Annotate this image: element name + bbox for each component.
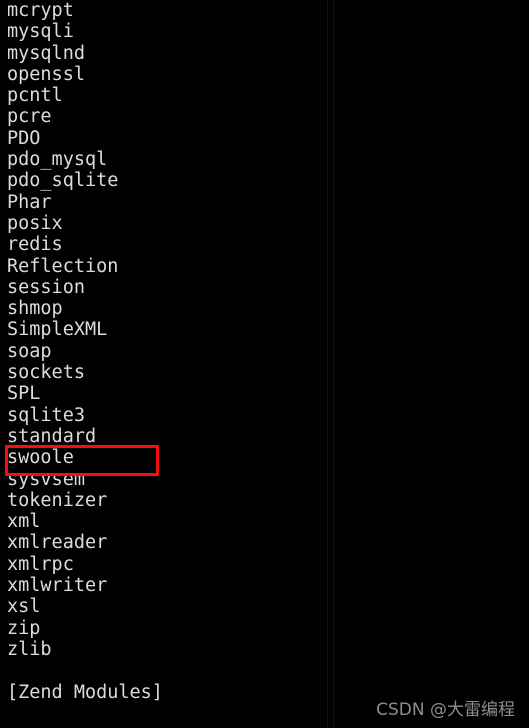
terminal-line: Phar xyxy=(7,191,52,213)
terminal-line: [Zend Modules] xyxy=(7,681,163,703)
terminal-line: posix xyxy=(7,212,63,234)
terminal-line: pcntl xyxy=(7,85,63,107)
render-artifact-line-secondary xyxy=(333,0,334,728)
csdn-watermark: CSDN @大雷编程 xyxy=(376,700,515,720)
render-artifact-line xyxy=(327,0,328,728)
terminal-line: SimpleXML xyxy=(7,319,108,341)
terminal-line: SPL xyxy=(7,383,41,405)
terminal-line: sqlite3 xyxy=(7,404,85,426)
terminal-line: PDO xyxy=(7,127,41,149)
terminal-line: sysvsem xyxy=(7,468,85,490)
terminal-line: sockets xyxy=(7,362,85,384)
terminal-line: tokenizer xyxy=(7,489,108,511)
terminal-line: Reflection xyxy=(7,255,119,277)
terminal-line: zlib xyxy=(7,638,52,660)
php-module-list: mcrypt mysqli mysqlnd openssl pcntl pcre PDO pd… xyxy=(7,0,327,703)
terminal-line: mcrypt xyxy=(7,0,74,21)
terminal-line: pdo_mysql xyxy=(7,149,108,171)
terminal-window[interactable]: mcrypt mysqli mysqlnd openssl pcntl pcre PDO pd… xyxy=(0,0,529,728)
terminal-line: xmlwriter xyxy=(7,575,108,597)
terminal-line: mysqli xyxy=(7,21,74,43)
terminal-line: standard xyxy=(7,425,97,447)
terminal-line: mysqlnd xyxy=(7,42,85,64)
terminal-line: xml xyxy=(7,511,41,533)
terminal-line: pcre xyxy=(7,106,52,128)
terminal-line: swoole xyxy=(7,447,74,469)
terminal-line: xmlrpc xyxy=(7,553,74,575)
terminal-line: openssl xyxy=(7,63,85,85)
terminal-line: shmop xyxy=(7,298,63,320)
terminal-blank-line xyxy=(7,660,327,681)
terminal-line: pdo_sqlite xyxy=(7,170,119,192)
terminal-line: soap xyxy=(7,340,52,362)
terminal-line: xmlreader xyxy=(7,532,108,554)
terminal-line: session xyxy=(7,276,85,298)
terminal-line: xsl xyxy=(7,596,41,618)
terminal-line: zip xyxy=(7,617,41,639)
terminal-line: redis xyxy=(7,234,63,256)
